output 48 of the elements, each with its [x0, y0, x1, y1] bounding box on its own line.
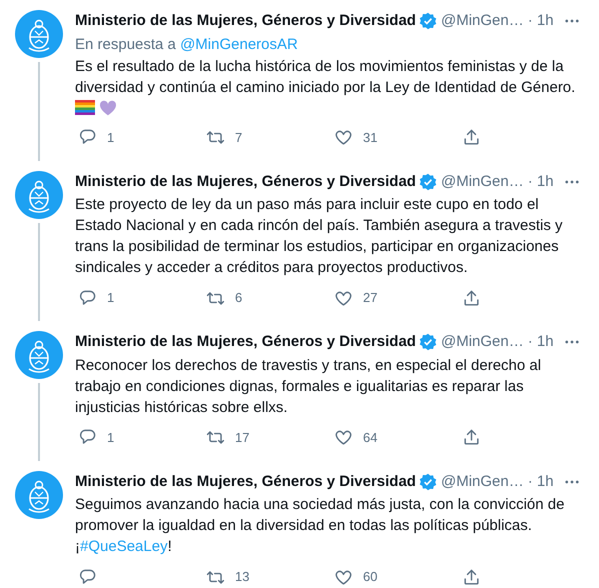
heart-icon [99, 100, 117, 116]
account-handle[interactable]: @MinGen… [440, 331, 524, 354]
tweet-time[interactable]: · 1h [528, 170, 554, 193]
retweet-count: 13 [235, 568, 250, 586]
account-name[interactable]: Ministerio de las Mujeres, Géneros y Diversidad [75, 10, 416, 32]
account-handle[interactable]: @MinGen… [440, 470, 524, 493]
reply-count: 1 [107, 428, 114, 447]
reply-icon[interactable] [78, 568, 97, 586]
heart-icon[interactable] [334, 568, 353, 586]
avatar[interactable] [15, 10, 63, 58]
tweet-text: ¡ [75, 538, 80, 555]
avatar[interactable] [15, 331, 63, 379]
retweet-count: 7 [235, 128, 242, 147]
share-icon[interactable] [462, 288, 481, 308]
account-name[interactable]: Ministerio de las Mujeres, Géneros y Diversidad [75, 170, 416, 193]
tweet-time[interactable]: · 1h [528, 10, 554, 32]
avatar[interactable] [15, 170, 63, 218]
hashtag-link[interactable]: #QueSeaLey [80, 538, 168, 555]
rainbow-flag-icon [75, 100, 95, 115]
tweet-text: Reconocer los derechos de travestis y trans, en especial el derecho al trabajo en condiciones dignas, formales e igualitarias es reparar las injusticias históricas sobre ellxs. [75, 356, 542, 418]
tweet-text: Es el resultado de la lucha histórica de los movimientos feministas y de la diversidad y continúa el camino iniciado por la Ley de Identidad de Género. [75, 56, 576, 98]
retweet-count: 6 [235, 289, 242, 308]
heart-icon[interactable] [334, 428, 353, 447]
mention-link[interactable]: @MinGenerosAR [180, 36, 298, 52]
account-handle[interactable]: @MinGen… [440, 10, 524, 32]
heart-icon[interactable] [334, 288, 353, 308]
share-icon[interactable] [462, 128, 481, 147]
share-icon[interactable] [462, 568, 481, 586]
like-count: 60 [363, 568, 378, 586]
account-name[interactable]: Ministerio de las Mujeres, Géneros y Diversidad [75, 470, 416, 493]
reply-icon[interactable] [78, 288, 97, 308]
tweet-text: Este proyecto de ley da un paso más para incluir este cupo en todo el Estado Nacional y en cada rincón del país. También asegura a travestis y trans la posibilidad de terminar los estudios, participar en organizaciones sindicales y acceder a créditos para proyectos productivos. [75, 195, 564, 278]
reply-count: 1 [107, 289, 114, 308]
tweet-text: Seguimos avanzando hacia una sociedad más justa, con la convicción de promover la igualdad en la diversidad en todas las políticas públicas. [75, 496, 564, 534]
reply-count: 1 [107, 128, 114, 147]
retweet-count: 17 [235, 428, 250, 447]
tweet-text: ! [168, 538, 172, 555]
like-count: 31 [363, 128, 378, 147]
avatar[interactable] [15, 470, 63, 518]
account-name[interactable]: Ministerio de las Mujeres, Géneros y Diversidad [75, 331, 416, 354]
like-count: 27 [363, 289, 378, 308]
heart-icon[interactable] [334, 128, 353, 147]
like-count: 64 [363, 428, 378, 447]
reply-context: En respuesta a [75, 36, 176, 52]
tweet-time[interactable]: · 1h [528, 470, 554, 493]
share-icon[interactable] [462, 428, 481, 447]
account-handle[interactable]: @MinGen… [440, 170, 524, 193]
tweet-time[interactable]: · 1h [528, 331, 554, 354]
